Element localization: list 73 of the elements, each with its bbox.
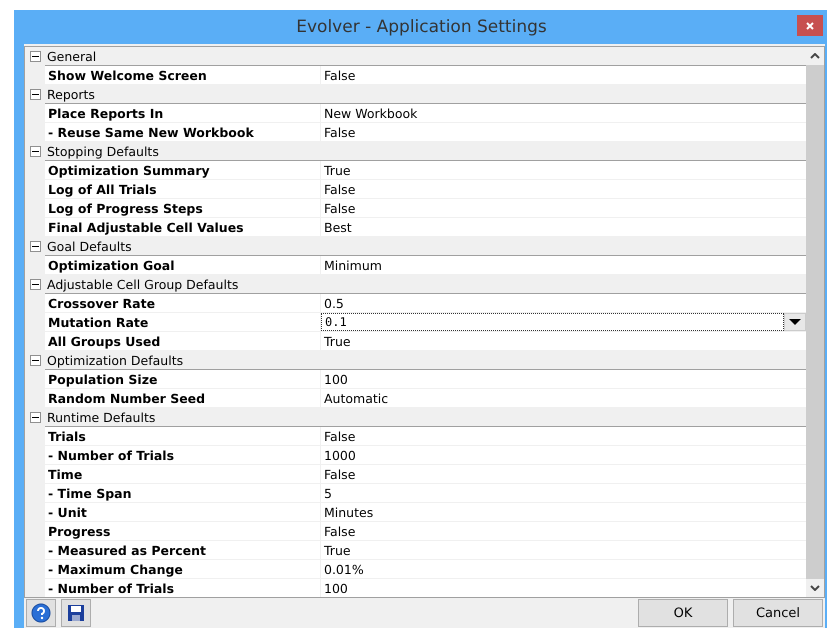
dropdown-button[interactable] bbox=[784, 313, 806, 331]
property-name[interactable]: Time bbox=[45, 465, 321, 484]
chevron-up-icon bbox=[810, 53, 820, 59]
window-title: Evolver - Application Settings bbox=[296, 17, 547, 37]
property-value: Automatic bbox=[323, 390, 390, 407]
property-value: Minutes bbox=[323, 504, 374, 521]
scroll-down-button[interactable] bbox=[806, 579, 824, 597]
value-field[interactable]: 0.1 bbox=[321, 313, 784, 331]
help-icon bbox=[31, 603, 51, 623]
property-value: False bbox=[323, 466, 356, 483]
close-icon bbox=[806, 22, 814, 30]
property-name[interactable]: - Number of Trials bbox=[45, 446, 321, 465]
property-value: 100 bbox=[323, 370, 349, 388]
property-value: False bbox=[323, 66, 356, 84]
property-value: New Workbook bbox=[323, 104, 418, 122]
property-name[interactable]: Log of All Trials bbox=[45, 180, 321, 199]
minus-icon bbox=[32, 243, 38, 250]
property-value: True bbox=[323, 162, 352, 179]
scrollbar[interactable] bbox=[806, 47, 824, 597]
property-name[interactable]: Mutation Rate bbox=[45, 313, 321, 332]
property-value: False bbox=[323, 180, 356, 198]
collapse-toggle[interactable] bbox=[30, 412, 40, 423]
property-value: Best bbox=[323, 218, 353, 236]
minus-icon bbox=[32, 53, 38, 60]
collapse-toggle[interactable] bbox=[30, 89, 40, 100]
minus-icon bbox=[32, 91, 38, 98]
property-value: 100 bbox=[323, 580, 349, 597]
help-button[interactable] bbox=[26, 599, 56, 627]
scroll-up-button[interactable] bbox=[806, 47, 824, 65]
property-value: 0.01% bbox=[323, 560, 365, 578]
collapse-toggle[interactable] bbox=[30, 146, 40, 157]
dialog-button[interactable]: OK bbox=[638, 599, 728, 627]
collapse-toggle[interactable] bbox=[30, 51, 40, 62]
property-name[interactable]: Optimization Goal bbox=[45, 256, 321, 275]
property-name[interactable]: - Unit bbox=[45, 503, 321, 522]
collapse-toggle[interactable] bbox=[30, 355, 40, 366]
close-button[interactable] bbox=[797, 15, 823, 36]
minus-icon bbox=[32, 357, 38, 364]
property-name[interactable]: Random Number Seed bbox=[45, 389, 321, 408]
collapse-toggle[interactable] bbox=[30, 241, 40, 252]
property-value: False bbox=[323, 124, 356, 141]
property-name[interactable]: Crossover Rate bbox=[45, 294, 321, 313]
property-name[interactable]: Final Adjustable Cell Values bbox=[45, 218, 321, 237]
save-button[interactable] bbox=[61, 599, 91, 627]
property-name[interactable]: All Groups Used bbox=[45, 332, 321, 351]
property-value: Minimum bbox=[323, 256, 383, 274]
property-name[interactable]: - Measured as Percent bbox=[45, 541, 321, 560]
dialog-button[interactable]: Cancel bbox=[733, 599, 823, 627]
property-name[interactable]: Log of Progress Steps bbox=[45, 199, 321, 218]
property-name[interactable]: Show Welcome Screen bbox=[45, 66, 321, 85]
property-name[interactable]: - Time Span bbox=[45, 484, 321, 503]
property-name[interactable]: Progress bbox=[45, 522, 321, 541]
property-value: 5 bbox=[323, 484, 333, 502]
property-name[interactable]: Place Reports In bbox=[45, 104, 321, 123]
property-value: True bbox=[323, 332, 352, 350]
property-name[interactable]: Population Size bbox=[45, 370, 321, 389]
minus-icon bbox=[32, 148, 38, 155]
property-value: False bbox=[323, 428, 356, 445]
property-name[interactable]: Trials bbox=[45, 427, 321, 446]
property-name[interactable]: Optimization Summary bbox=[45, 161, 321, 180]
property-name[interactable]: - Maximum Change bbox=[45, 560, 321, 579]
property-value: True bbox=[323, 542, 352, 559]
property-value: 1000 bbox=[323, 446, 357, 464]
minus-icon bbox=[32, 281, 38, 288]
property-value: False bbox=[323, 522, 356, 540]
caret-icon bbox=[789, 319, 801, 325]
collapse-toggle[interactable] bbox=[30, 279, 40, 290]
property-name[interactable]: - Number of Trials bbox=[45, 579, 321, 597]
chevron-down-icon bbox=[810, 585, 820, 591]
property-value: False bbox=[323, 200, 356, 217]
minus-icon bbox=[32, 414, 38, 421]
property-name[interactable]: - Reuse Same New Workbook bbox=[45, 123, 321, 142]
property-value: 0.5 bbox=[323, 294, 345, 312]
